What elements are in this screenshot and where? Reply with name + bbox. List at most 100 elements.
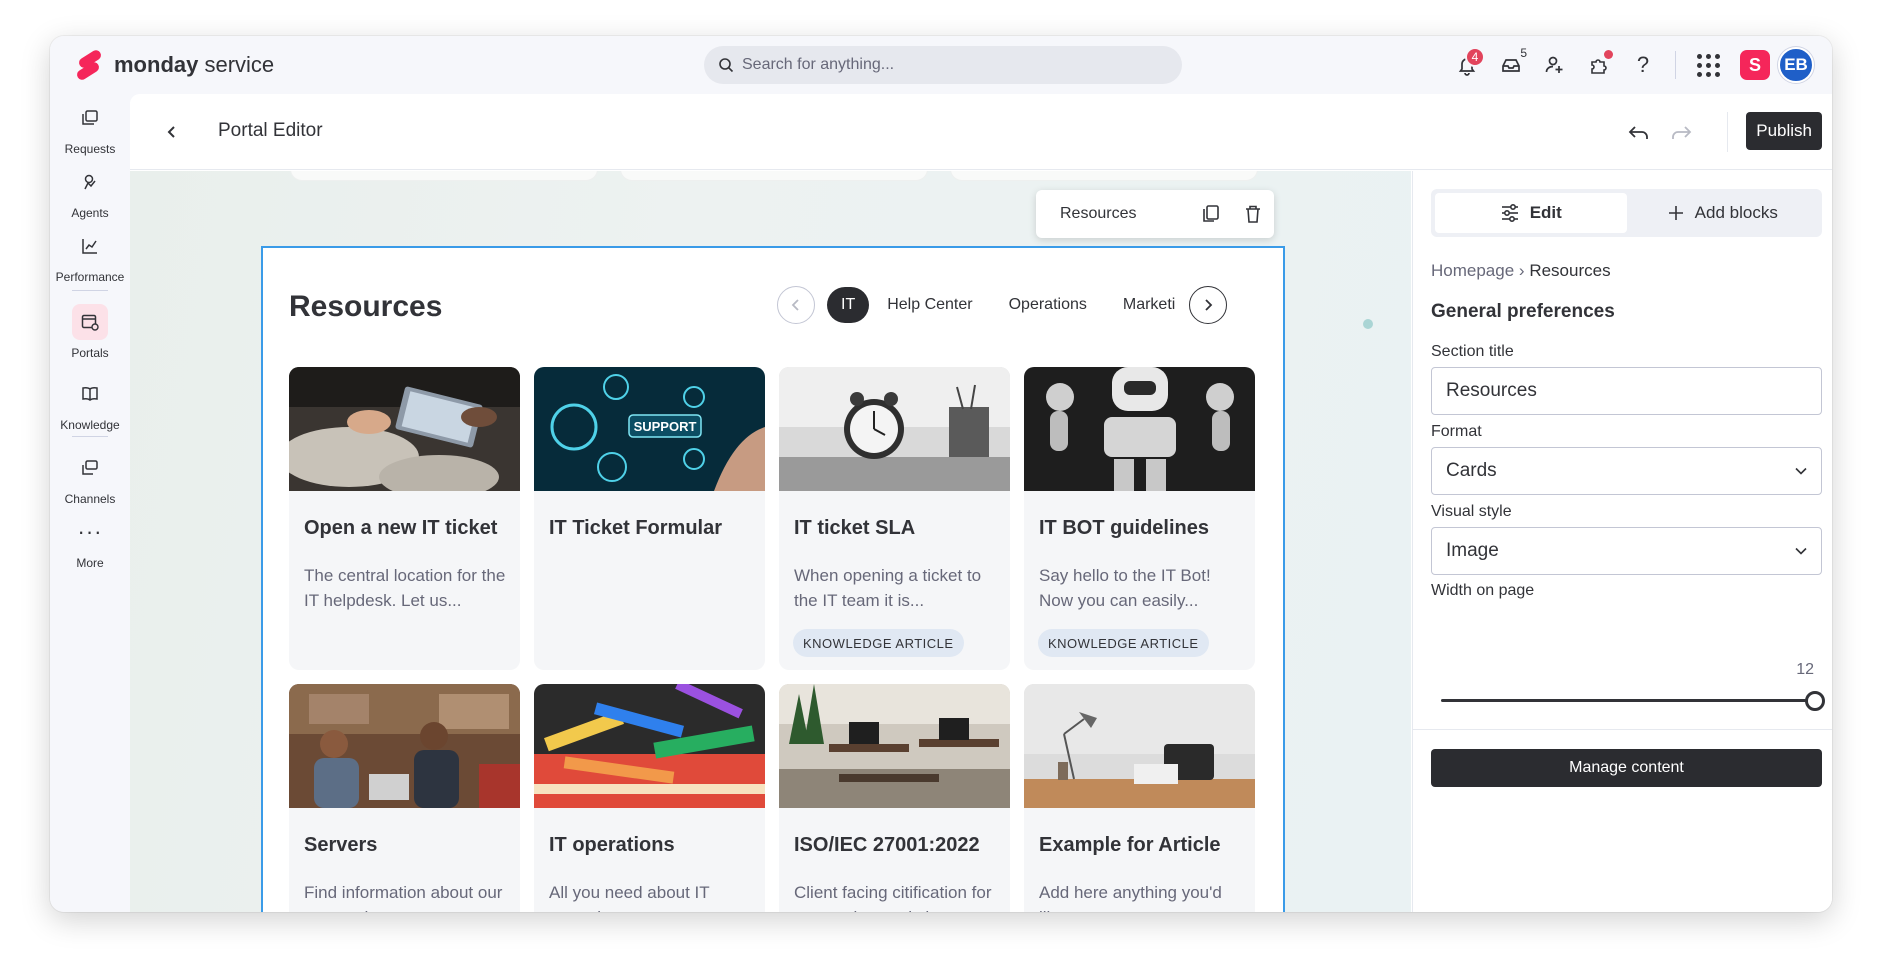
sidebar-item-agents[interactable]: Agents [50, 164, 130, 220]
format-label: Format [1431, 423, 1482, 440]
width-slider-handle[interactable] [1805, 691, 1825, 711]
general-preferences-heading: General preferences [1431, 301, 1615, 322]
resources-section[interactable]: Resources IT Help Center Operations Mark… [261, 246, 1285, 912]
sidebar-divider [72, 290, 108, 291]
portal-canvas[interactable]: Resources Resources IT Help Center Opera… [130, 171, 1411, 912]
support-hologram-photo: SUPPORT [534, 367, 765, 491]
requests-icon [72, 100, 108, 136]
manage-content-button[interactable]: Manage content [1431, 749, 1822, 787]
block-toolbar-label: Resources [1060, 205, 1137, 222]
width-value: 12 [1796, 661, 1814, 678]
integrations-dot [1604, 50, 1613, 59]
question-mark-icon: ? [1636, 52, 1650, 77]
tabs-strip: IT Help Center Operations Marketi [827, 287, 1177, 323]
top-divider [1675, 51, 1676, 79]
resource-card[interactable]: SUPPORT IT Ticket Formular [534, 367, 765, 670]
sidebar-item-label: Portals [71, 346, 109, 360]
block-toolbar: Resources [1036, 190, 1274, 238]
card-title: ISO/IEC 27001:2022 [794, 834, 980, 856]
tab-help-center[interactable]: Help Center [869, 287, 990, 323]
card-title: Example for Article [1039, 834, 1221, 856]
sidebar-item-label: Agents [71, 206, 109, 220]
app-grid-icon [1696, 53, 1720, 77]
resource-card[interactable]: Servers Find information about our serve… [289, 684, 520, 912]
format-select[interactable]: Cards [1431, 447, 1822, 495]
sidebar-item-requests[interactable]: Requests [50, 100, 130, 156]
edit-tab[interactable]: Edit [1435, 193, 1627, 233]
tab-it[interactable]: IT [827, 287, 870, 323]
resource-card[interactable]: IT BOT guidelines Say hello to the IT Bo… [1024, 367, 1255, 670]
sidebar-item-channels[interactable]: Channels [50, 450, 130, 506]
tab-operations[interactable]: Operations [991, 287, 1105, 323]
top-bar: monday service 4 5 ? [50, 36, 1832, 94]
desk-lamp-photo [1024, 684, 1255, 808]
sidebar-item-more[interactable]: ··· More [50, 514, 130, 570]
trash-icon [1246, 205, 1260, 223]
help-button[interactable]: ? [1621, 44, 1665, 86]
sidebar-item-performance[interactable]: Performance [50, 228, 130, 284]
tab-marketing[interactable]: Marketi [1105, 287, 1177, 323]
portals-icon [72, 304, 108, 340]
inbox-icon [1502, 59, 1520, 72]
publish-button[interactable]: Publish [1746, 112, 1822, 150]
card-title: Servers [304, 834, 378, 856]
chevron-down-icon [1795, 547, 1807, 555]
breadcrumb-root[interactable]: Homepage [1431, 261, 1514, 280]
back-button[interactable] [158, 118, 186, 146]
knowledge-article-tag: KNOWLEDGE ARTICLE [793, 629, 964, 657]
width-slider-track[interactable] [1441, 699, 1815, 702]
visual-style-select[interactable]: Image [1431, 527, 1822, 575]
chevron-down-icon [1795, 467, 1807, 475]
card-description: Client facing citification for you to vi… [794, 883, 992, 912]
duplicate-block-button[interactable] [1190, 190, 1232, 238]
integrations-button[interactable] [1577, 44, 1621, 86]
add-blocks-tab[interactable]: Add blocks [1627, 193, 1819, 233]
brand[interactable]: monday service [75, 48, 274, 82]
support-hologram-text: SUPPORT [634, 419, 697, 434]
breadcrumb: Homepage › Resources [1431, 261, 1611, 281]
sidebar-item-portals[interactable]: Portals [50, 304, 130, 360]
visual-style-label: Visual style [1431, 503, 1512, 520]
resource-card[interactable]: Example for Article Add here anything yo… [1024, 684, 1255, 912]
resource-card[interactable]: IT operations All you need about IT oper… [534, 684, 765, 912]
inbox-button[interactable]: 5 [1489, 44, 1533, 86]
undo-icon [1628, 126, 1648, 139]
search-input[interactable] [742, 56, 1162, 74]
card-title: IT operations [549, 834, 675, 856]
search-bar[interactable] [704, 46, 1182, 84]
sidebar-item-knowledge[interactable]: Knowledge [50, 376, 130, 432]
section-title: Resources [289, 290, 443, 323]
notifications-button[interactable]: 4 [1445, 44, 1489, 86]
redo-button[interactable] [1664, 116, 1698, 150]
settings-panel: Edit Add blocks Homepage › Resources Gen… [1412, 171, 1832, 912]
performance-icon [72, 228, 108, 264]
person-with-tablet-photo [289, 367, 520, 491]
channels-icon [72, 450, 108, 486]
delete-block-button[interactable] [1232, 190, 1274, 238]
sidebar-item-label: Requests [64, 142, 116, 156]
tabs-prev-button[interactable] [777, 286, 815, 324]
undo-button[interactable] [1622, 116, 1656, 150]
card-title: IT Ticket Formular [549, 517, 723, 539]
resource-card[interactable]: ISO/IEC 27001:2022 Client facing citific… [779, 684, 1010, 912]
resource-card[interactable]: Open a new IT ticket The central locatio… [289, 367, 520, 670]
apps-menu-button[interactable] [1686, 44, 1730, 86]
section-title-input[interactable] [1446, 380, 1807, 402]
office-people-photo [289, 684, 520, 808]
tabs-next-button[interactable] [1189, 286, 1227, 324]
breadcrumb-separator: › [1518, 261, 1525, 280]
section-title-field[interactable] [1431, 367, 1822, 415]
knowledge-icon [72, 376, 108, 412]
inbox-count: 5 [1520, 46, 1527, 60]
redo-icon [1672, 126, 1692, 139]
previous-block-card [950, 171, 1258, 181]
stationery-photo [534, 684, 765, 808]
user-avatar[interactable]: EB [1778, 47, 1814, 83]
category-tabs: IT Help Center Operations Marketi [777, 286, 1227, 324]
sidebar-divider [72, 436, 108, 437]
card-description: Say hello to the IT Bot! Now you can eas… [1039, 566, 1211, 610]
resource-card[interactable]: IT ticket SLA When opening a ticket to t… [779, 367, 1010, 670]
top-icon-bar: 4 5 ? S EB [1445, 44, 1814, 86]
invite-members-button[interactable] [1533, 44, 1577, 86]
product-switcher-icon[interactable]: S [1740, 50, 1770, 80]
